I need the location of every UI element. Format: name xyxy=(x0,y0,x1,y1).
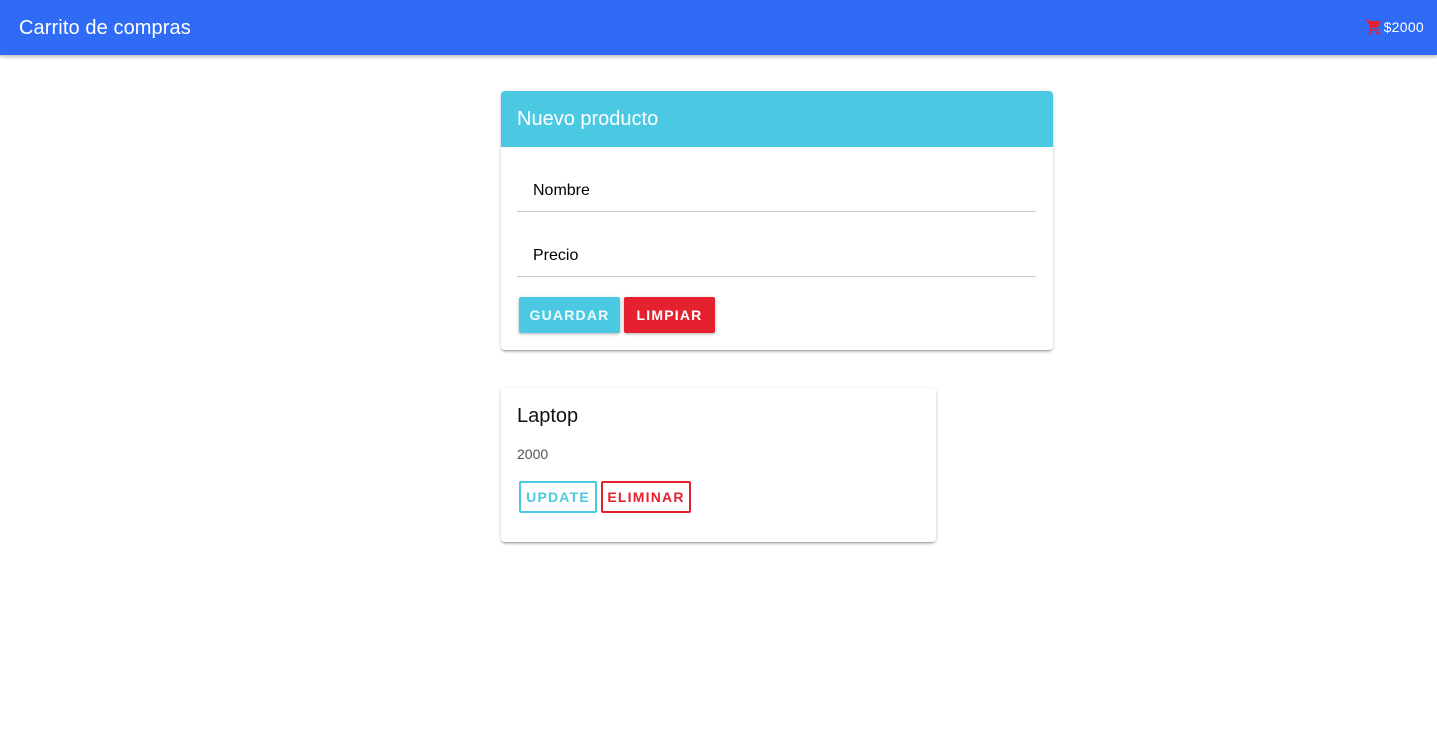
update-button[interactable]: UPDATE xyxy=(519,481,597,513)
name-field-wrapper xyxy=(517,171,1036,212)
product-name: Laptop xyxy=(517,405,579,427)
cart-total: $2000 xyxy=(1383,19,1424,35)
price-input[interactable] xyxy=(517,236,1036,276)
price-field-wrapper xyxy=(517,236,1036,277)
product-price: 2000 xyxy=(517,446,549,462)
app-bar: Carrito de compras $2000 xyxy=(0,0,1437,55)
save-button[interactable]: GUARDAR xyxy=(519,297,620,333)
new-product-header: Nuevo producto xyxy=(501,91,1053,147)
app-title: Carrito de compras xyxy=(19,17,191,39)
name-input[interactable] xyxy=(517,171,1036,211)
delete-button[interactable]: ELIMINAR xyxy=(601,481,691,513)
product-card: Laptop 2000 UPDATE ELIMINAR xyxy=(501,388,936,542)
cart-icon[interactable] xyxy=(1365,18,1383,36)
clear-button[interactable]: LIMPIAR xyxy=(624,297,715,333)
new-product-card: Nuevo producto GUARDAR LIMPIAR xyxy=(501,91,1053,350)
cart-summary[interactable]: $2000 xyxy=(1365,18,1424,36)
